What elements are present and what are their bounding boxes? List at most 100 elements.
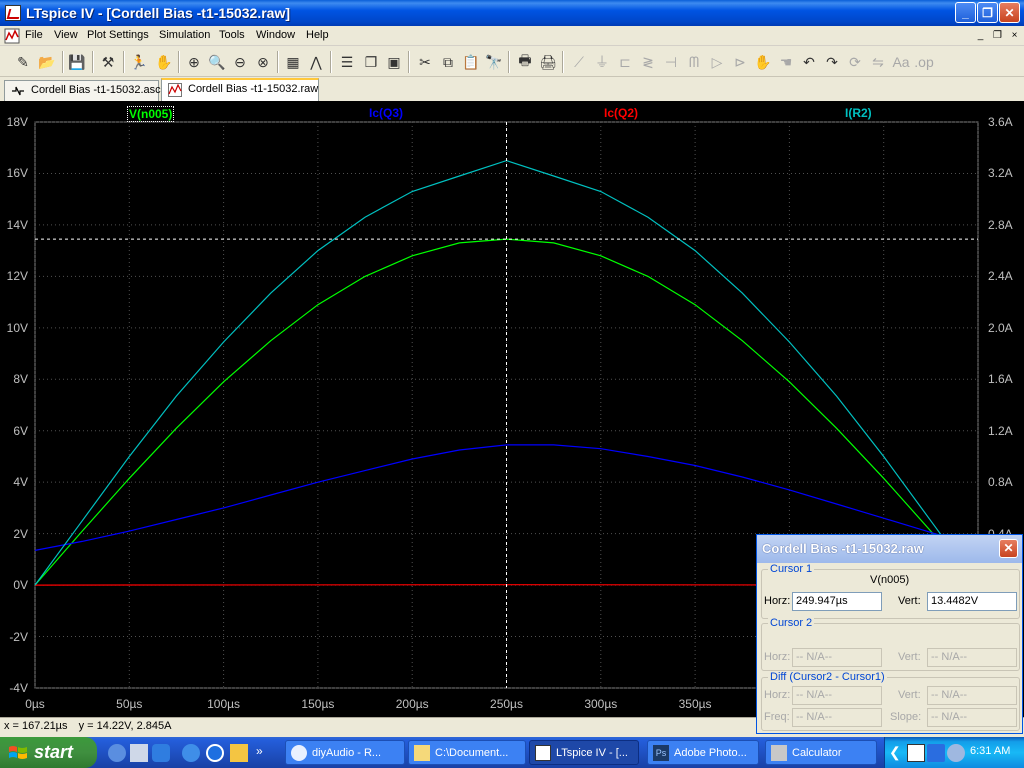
new-schematic-icon[interactable]: ✎ [12,51,34,73]
label-net-icon[interactable]: ⊏ [614,51,636,73]
x-tick-label: 200µs [395,697,429,711]
quicklaunch-firefox-icon[interactable] [108,744,126,762]
start-button[interactable]: start [0,737,97,768]
diff-slope-field: -- N/A-- [927,708,1017,727]
menu-window[interactable]: Window [256,29,295,41]
ltspice-app-icon[interactable] [5,5,21,21]
tile-horizontal-icon[interactable]: ☰ [336,51,358,73]
menu-tools[interactable]: Tools [219,29,245,41]
tray-speaker-icon[interactable] [947,744,965,762]
menu-simulation[interactable]: Simulation [159,29,210,41]
trace-label-i-r2-[interactable]: I(R2) [845,106,872,120]
cascade-icon[interactable]: ❐ [360,51,382,73]
zoom-in-icon[interactable]: ⊕ [183,51,205,73]
open-folder-icon[interactable]: 📂 [36,51,58,73]
restore-button[interactable]: ❐ [977,2,998,23]
capacitor-icon[interactable]: ⊣ [660,51,682,73]
paste-icon[interactable]: 📋 [460,51,482,73]
autorange-icon[interactable]: ▦ [282,51,304,73]
rotate-icon[interactable]: ⟳ [844,51,866,73]
tray-app-icon[interactable] [907,744,925,762]
minimize-button[interactable]: _ [955,2,976,23]
component-icon[interactable]: ⊳ [729,51,751,73]
diode-icon[interactable]: ▷ [706,51,728,73]
toolbar: ✎ 📂 💾 ⚒ 🏃 ✋ ⊕ 🔍 ⊖ ⊗ ▦ ⋀ ☰ ❐ ▣ ✂ ⧉ 📋 🔭 🖶 … [0,47,1024,77]
run-icon[interactable]: 🏃 [128,51,150,73]
browser-icon [291,745,307,761]
waveform-doc-icon[interactable] [4,28,20,44]
task-explorer[interactable]: C:\Document... [408,740,526,765]
mdi-minimize-button[interactable]: _ [973,29,988,43]
zoom-pan-icon[interactable]: 🔍 [206,51,228,73]
quicklaunch-media-icon[interactable] [230,744,248,762]
save-icon[interactable]: 💾 [66,51,88,73]
pan-hand-icon[interactable]: ✋ [153,51,175,73]
tray-clock: 6:31 AM [970,745,1011,757]
menu-help[interactable]: Help [306,29,329,41]
tab-label: Cordell Bias -t1-15032.asc [31,84,161,96]
quicklaunch-email-icon[interactable] [152,744,170,762]
mdi-restore-button[interactable]: ❐ [990,29,1005,43]
control-panel-icon[interactable]: ⚒ [97,51,119,73]
y-left-tick-label: 12V [6,269,28,284]
start-label: start [34,742,74,762]
task-ltspice[interactable]: LTspice IV - [... [529,740,639,765]
diff-freq-label: Freq: [764,711,790,723]
cut-icon[interactable]: ✂ [414,51,436,73]
undo-icon[interactable]: ↶ [798,51,820,73]
tab-schematic[interactable]: Cordell Bias -t1-15032.asc [4,80,161,101]
ground-icon[interactable]: ⏚ [591,51,613,73]
window-title-bar[interactable]: LTspice IV - [Cordell Bias -t1-15032.raw… [0,0,1024,26]
print-icon[interactable]: 🖨 [537,51,559,73]
close-button[interactable]: ✕ [999,2,1020,23]
tray-network-icon[interactable] [927,744,945,762]
cursor1-trace: V(n005) [870,574,910,586]
quicklaunch-explorer-icon[interactable] [130,744,148,762]
fft-icon[interactable]: ⋀ [305,51,327,73]
quicklaunch-more-icon[interactable]: » [256,744,274,762]
tab-waveform[interactable]: Cordell Bias -t1-15032.raw [161,78,319,101]
x-tick-label: 250µs [490,697,523,711]
zoom-fit-icon[interactable]: ⊗ [252,51,274,73]
system-tray: ❮ 6:31 AM [884,737,1024,768]
inductor-icon[interactable]: ᗰ [683,51,705,73]
menu-view[interactable]: View [54,29,78,41]
mdi-close-button[interactable]: × [1007,29,1022,43]
move-icon[interactable]: ✋ [752,51,774,73]
copy-icon[interactable]: ⧉ [437,51,459,73]
task-diyaudio[interactable]: diyAudio - R... [285,740,405,765]
y-left-tick-label: 6V [13,423,28,438]
task-calculator[interactable]: Calculator [765,740,877,765]
redo-icon[interactable]: ↷ [821,51,843,73]
trace-label-ic-q2-[interactable]: Ic(Q2) [604,106,638,120]
menu-file[interactable]: File [25,29,43,41]
zoom-out-icon[interactable]: ⊖ [229,51,251,73]
folder-icon [414,745,430,761]
dialog-close-button[interactable]: ✕ [999,539,1018,558]
diff-slope-label: Slope: [890,711,922,723]
drag-icon[interactable]: ☚ [775,51,797,73]
print-preview-icon[interactable]: 🖶 [514,51,536,73]
quicklaunch-ie-icon[interactable] [206,744,224,762]
y-right-tick-label: 2.0A [988,320,1013,335]
find-icon[interactable]: 🔭 [483,51,505,73]
cursor-dialog[interactable]: Cordell Bias -t1-15032.raw ✕ Cursor 1 V(… [756,534,1023,734]
tile-vertical-icon[interactable]: ▣ [383,51,405,73]
y-left-tick-label: 2V [13,526,28,541]
diff-vert-label: Vert: [898,689,921,701]
trace-label-v-n005-[interactable]: V(n005) [127,106,175,122]
trace-label-ic-q3-[interactable]: Ic(Q3) [369,106,403,120]
tray-expand-icon[interactable]: ❮ [889,744,907,762]
cursor1-vert-field[interactable]: 13.4482V [927,592,1017,611]
quicklaunch-globe-icon[interactable] [182,744,200,762]
spice-directive-icon[interactable]: .op [913,51,935,73]
task-photoshop[interactable]: Ps Adobe Photo... [647,740,759,765]
mirror-icon[interactable]: ⇋ [867,51,889,73]
text-icon[interactable]: Aa [890,51,912,73]
x-tick-label: 300µs [584,697,618,711]
cursor1-horz-field[interactable]: 249.947µs [792,592,882,611]
resistor-icon[interactable]: ≷ [637,51,659,73]
x-tick-label: 350µs [678,697,712,711]
wire-icon[interactable]: ⟋ [568,51,590,73]
menu-plot-settings[interactable]: Plot Settings [87,29,149,41]
